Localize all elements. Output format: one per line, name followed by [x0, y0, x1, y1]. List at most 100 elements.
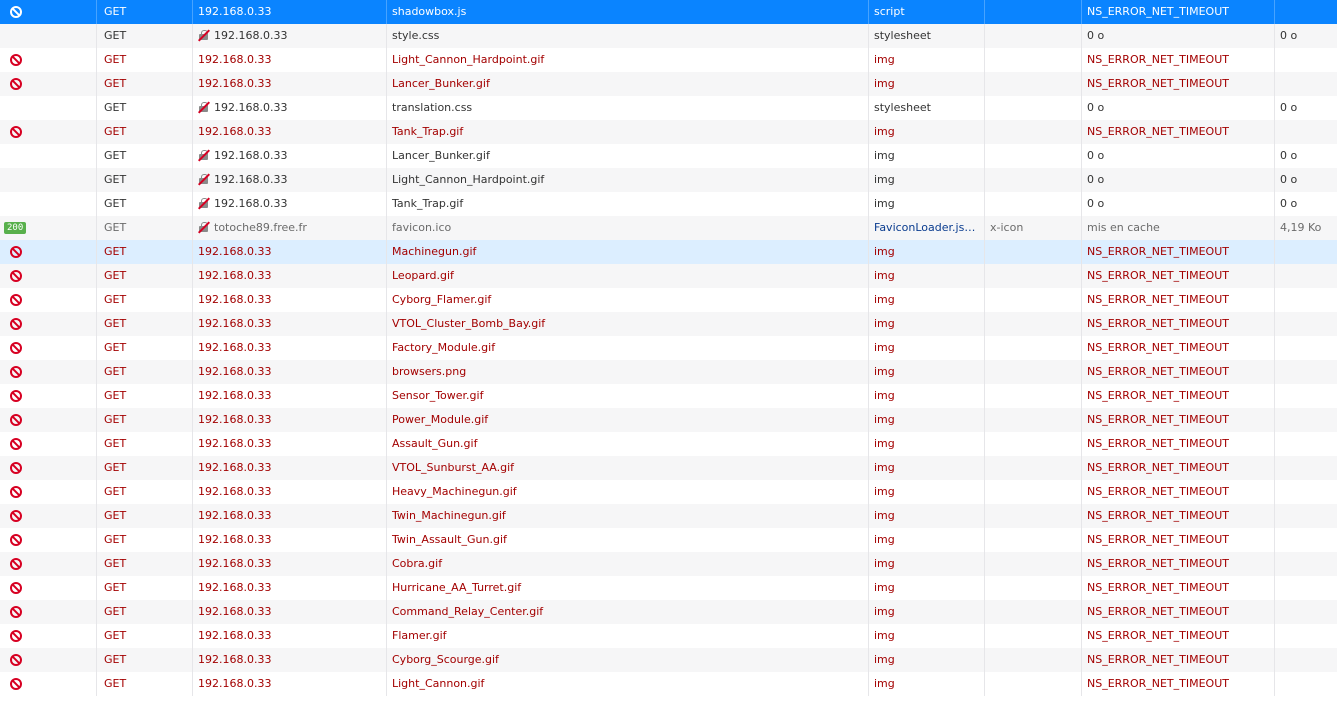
file-cell: Twin_Machinegun.gif: [387, 504, 869, 528]
status-cell: [0, 24, 97, 48]
request-row[interactable]: GET 192.168.0.33 Command_Relay_Center.gif i…: [0, 600, 1337, 624]
domain-text: 192.168.0.33: [198, 53, 272, 66]
insecure-connection-icon: [197, 173, 211, 186]
type-cell: [985, 96, 1082, 120]
size-cell: [1275, 72, 1337, 96]
size-cell: [1275, 120, 1337, 144]
transferred-cell: mis en cache: [1082, 216, 1275, 240]
size-cell: [1275, 504, 1337, 528]
domain-text: totoche89.free.fr: [214, 221, 307, 234]
file-cell: style.css: [387, 24, 869, 48]
type-cell: [985, 456, 1082, 480]
file-cell: Tank_Trap.gif: [387, 120, 869, 144]
domain-text: 192.168.0.33: [198, 509, 272, 522]
file-cell: Command_Relay_Center.gif: [387, 600, 869, 624]
request-row[interactable]: GET 192.168.0.33 Power_Module.gif img NS_ERR…: [0, 408, 1337, 432]
type-cell: [985, 240, 1082, 264]
request-row[interactable]: GET 192.168.0.33 Flamer.gif img NS_ERROR_NET…: [0, 624, 1337, 648]
cause-cell: img: [869, 264, 985, 288]
transferred-cell: NS_ERROR_NET_TIMEOUT: [1082, 72, 1275, 96]
transferred-cell: 0 o: [1082, 168, 1275, 192]
size-cell: 0 o: [1280, 29, 1298, 42]
request-row[interactable]: GET 192.168.0.33 Cyborg_Scourge.gif img NS_E…: [0, 648, 1337, 672]
transferred-cell: NS_ERROR_NET_TIMEOUT: [1082, 432, 1275, 456]
request-row[interactable]: GET 192.168.0.33 Assault_Gun.gif img NS_ERRO…: [0, 432, 1337, 456]
domain-text: 192.168.0.33: [214, 29, 288, 42]
status-cell: [0, 480, 97, 504]
request-row[interactable]: GET 192.168.0.33 browsers.png img NS_ERROR_N…: [0, 360, 1337, 384]
type-cell: [985, 504, 1082, 528]
request-row[interactable]: GET 192.168.0.33 translation.css stylesheet…: [0, 96, 1337, 120]
request-row[interactable]: GET 192.168.0.33 Light_Cannon_Hardpoint.gi…: [0, 168, 1337, 192]
method-cell: GET: [97, 648, 193, 672]
request-row[interactable]: 200 GET totoche89.free.fr favicon.ico Favico…: [0, 216, 1337, 240]
method-cell: GET: [97, 672, 193, 696]
request-row[interactable]: GET 192.168.0.33 Cobra.gif img NS_ERROR_NET_…: [0, 552, 1337, 576]
size-cell: [1275, 288, 1337, 312]
type-cell: [985, 480, 1082, 504]
cause-cell: img: [869, 552, 985, 576]
file-cell: Assault_Gun.gif: [387, 432, 869, 456]
type-cell: [985, 576, 1082, 600]
request-row[interactable]: GET 192.168.0.33 Leopard.gif img NS_ERROR_NE…: [0, 264, 1337, 288]
transferred-cell: NS_ERROR_NET_TIMEOUT: [1082, 48, 1275, 72]
method-cell: GET: [97, 264, 193, 288]
method-cell: GET: [97, 48, 193, 72]
domain-cell: 192.168.0.33: [193, 24, 387, 48]
status-cell: [0, 192, 97, 216]
size-cell: [1275, 552, 1337, 576]
blocked-icon: [10, 534, 22, 546]
domain-cell: 192.168.0.33: [193, 264, 387, 288]
request-row[interactable]: GET 192.168.0.33 VTOL_Cluster_Bomb_Bay.gif…: [0, 312, 1337, 336]
method-cell: GET: [97, 216, 193, 240]
request-row[interactable]: GET 192.168.0.33 Tank_Trap.gif img 0 o 0 o: [0, 192, 1337, 216]
cause-cell[interactable]: FaviconLoader.jsm...: [869, 216, 985, 240]
type-cell: [985, 528, 1082, 552]
size-cell: [1275, 264, 1337, 288]
request-row[interactable]: GET 192.168.0.33 VTOL_Sunburst_AA.gif img NS…: [0, 456, 1337, 480]
method-cell: GET: [97, 144, 193, 168]
domain-text: 192.168.0.33: [198, 389, 272, 402]
request-row[interactable]: GET 192.168.0.33 style.css stylesheet 0 o 0 o: [0, 24, 1337, 48]
file-cell: browsers.png: [387, 360, 869, 384]
request-row[interactable]: GET 192.168.0.33 Light_Cannon.gif img NS_ERR…: [0, 672, 1337, 696]
request-row[interactable]: GET 192.168.0.33 Twin_Assault_Gun.gif img NS…: [0, 528, 1337, 552]
status-cell: [0, 576, 97, 600]
request-row[interactable]: GET 192.168.0.33 Heavy_Machinegun.gif img NS…: [0, 480, 1337, 504]
status-cell: [0, 72, 97, 96]
size-cell: 0 o: [1280, 149, 1298, 162]
domain-cell: 192.168.0.33: [193, 552, 387, 576]
request-row[interactable]: GET 192.168.0.33 Hurricane_AA_Turret.gif im…: [0, 576, 1337, 600]
method-cell: GET: [97, 432, 193, 456]
transferred-cell: 0 o: [1082, 192, 1275, 216]
request-row[interactable]: GET 192.168.0.33 shadowbox.js script NS_ERRO…: [0, 0, 1337, 24]
type-cell: [985, 144, 1082, 168]
type-cell: [985, 552, 1082, 576]
type-cell: [985, 168, 1082, 192]
request-row[interactable]: GET 192.168.0.33 Light_Cannon_Hardpoint.gi…: [0, 48, 1337, 72]
request-row[interactable]: GET 192.168.0.33 Machinegun.gif img NS_ERROR…: [0, 240, 1337, 264]
transferred-cell: 0 o: [1082, 96, 1275, 120]
request-row[interactable]: GET 192.168.0.33 Sensor_Tower.gif img NS_ERR…: [0, 384, 1337, 408]
type-cell: [985, 192, 1082, 216]
request-row[interactable]: GET 192.168.0.33 Twin_Machinegun.gif img NS_…: [0, 504, 1337, 528]
request-row[interactable]: GET 192.168.0.33 Factory_Module.gif img NS_E…: [0, 336, 1337, 360]
domain-text: 192.168.0.33: [198, 365, 272, 378]
size-cell: [1275, 576, 1337, 600]
request-row[interactable]: GET 192.168.0.33 Lancer_Bunker.gif img NS_ER…: [0, 72, 1337, 96]
transferred-cell: NS_ERROR_NET_TIMEOUT: [1082, 408, 1275, 432]
size-cell: [1275, 240, 1337, 264]
request-row[interactable]: GET 192.168.0.33 Cyborg_Flamer.gif img NS_ER…: [0, 288, 1337, 312]
cause-cell: img: [869, 432, 985, 456]
request-row[interactable]: GET 192.168.0.33 Lancer_Bunker.gif img 0 o 0 …: [0, 144, 1337, 168]
file-cell: Cyborg_Flamer.gif: [387, 288, 869, 312]
domain-cell: 192.168.0.33: [193, 72, 387, 96]
domain-text: 192.168.0.33: [198, 245, 272, 258]
domain-cell: 192.168.0.33: [193, 288, 387, 312]
status-cell: [0, 672, 97, 696]
status-cell: [0, 432, 97, 456]
blocked-icon: [10, 54, 22, 66]
type-cell: [985, 48, 1082, 72]
status-cell: [0, 48, 97, 72]
request-row[interactable]: GET 192.168.0.33 Tank_Trap.gif img NS_ERROR_…: [0, 120, 1337, 144]
